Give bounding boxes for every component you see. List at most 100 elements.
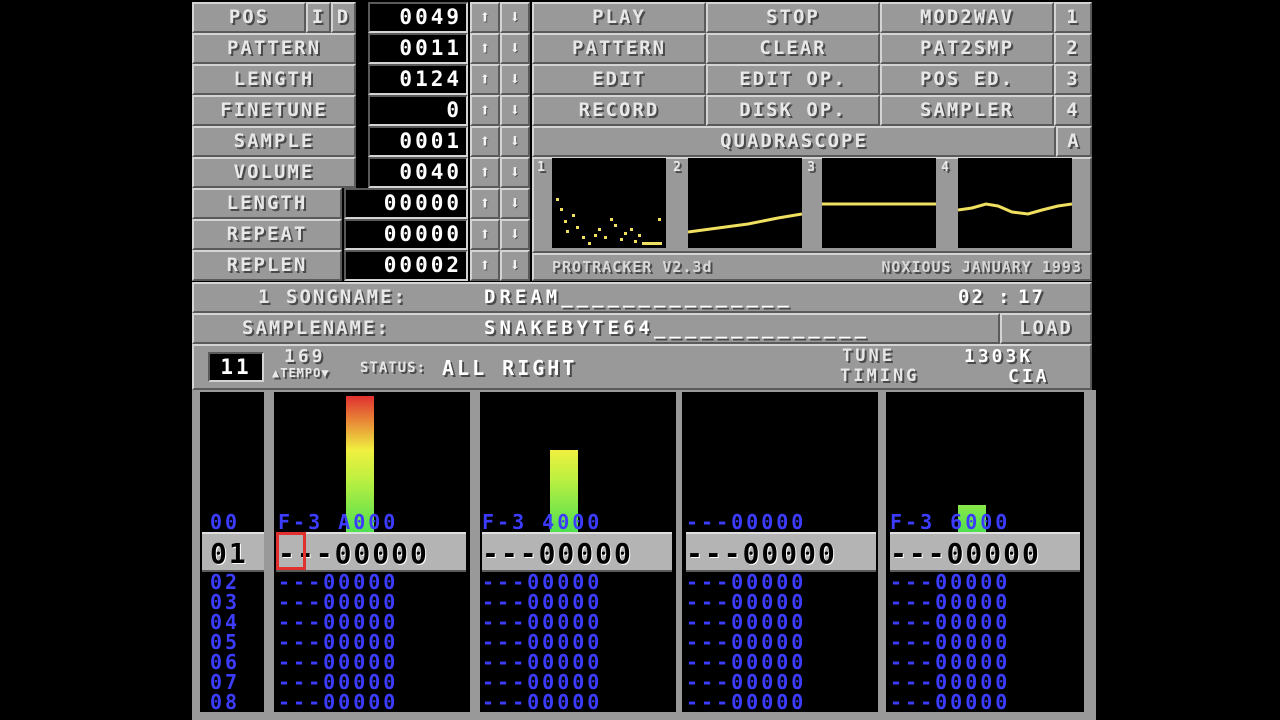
scope-1-number: 1 <box>537 160 547 175</box>
row-number: 00 <box>210 510 241 534</box>
replen-label: REPLEN <box>192 250 342 281</box>
pattern-cell[interactable]: ---00000 <box>686 612 806 632</box>
length-up-icon[interactable]: ⬆ <box>470 64 500 95</box>
edit-op-button[interactable]: EDIT OP. <box>706 64 880 95</box>
pattern-cell[interactable]: ---00000 <box>686 652 806 672</box>
quadrascope-button[interactable]: QUADRASCOPE <box>532 126 1056 157</box>
pos-up-icon[interactable]: ⬆ <box>470 2 500 33</box>
replen-up-icon[interactable]: ⬆ <box>470 250 500 281</box>
pattern-cell[interactable]: ---00000 <box>686 572 806 592</box>
screen-3-button[interactable]: 3 <box>1054 64 1092 95</box>
pattern-cell[interactable]: ---00000 <box>482 612 602 632</box>
pattern-cell[interactable]: ---00000 <box>890 540 1041 568</box>
disk-op-button[interactable]: DISK OP. <box>706 95 880 126</box>
pattern-cell[interactable]: ---00000 <box>482 672 602 692</box>
pattern-cell[interactable]: ---00000 <box>686 540 837 568</box>
pattern-cell[interactable]: ---00000 <box>278 692 398 712</box>
pattern-cell[interactable]: ---00000 <box>890 592 1010 612</box>
song-time-seconds: 17 <box>1018 286 1045 308</box>
sample-length-down-icon[interactable]: ⬇ <box>500 188 530 219</box>
pattern-cell[interactable]: ---00000 <box>890 612 1010 632</box>
row-number: 02 <box>210 570 241 594</box>
screen-1-button[interactable]: 1 <box>1054 2 1092 33</box>
pattern-cell[interactable]: ---00000 <box>686 672 806 692</box>
sample-length-label: LENGTH <box>192 188 342 219</box>
play-button[interactable]: PLAY <box>532 2 706 33</box>
finetune-label: FINETUNE <box>192 95 356 126</box>
sample-up-icon[interactable]: ⬆ <box>470 126 500 157</box>
pattern-cell[interactable]: F-3 6000 <box>890 512 1010 532</box>
pattern-cell[interactable]: ---00000 <box>890 572 1010 592</box>
volume-down-icon[interactable]: ⬇ <box>500 157 530 188</box>
protracker-screen: POS I D 0049 ⬆ ⬇ PATTERN 0011 ⬆ ⬇ LENGTH… <box>192 0 1096 720</box>
pattern-cell[interactable]: ---00000 <box>686 592 806 612</box>
pattern-cell[interactable]: ---00000 <box>890 632 1010 652</box>
screen-2-button[interactable]: 2 <box>1054 33 1092 64</box>
row-number: 05 <box>210 630 241 654</box>
pattern-cell[interactable]: ---00000 <box>278 592 398 612</box>
pattern-cell[interactable]: ---00000 <box>482 540 633 568</box>
pattern-cell[interactable]: ---00000 <box>278 572 398 592</box>
scope-channel-4 <box>958 158 1072 248</box>
insert-button[interactable]: I <box>306 2 331 33</box>
edit-button[interactable]: EDIT <box>532 64 706 95</box>
row-number: 03 <box>210 590 241 614</box>
credit-text: NOXIOUS JANUARY 1993 <box>881 258 1082 276</box>
pattern-cell[interactable]: ---00000 <box>482 632 602 652</box>
record-button[interactable]: RECORD <box>532 95 706 126</box>
row-number: 06 <box>210 650 241 674</box>
pattern-cell[interactable]: ---00000 <box>482 592 602 612</box>
finetune-up-icon[interactable]: ⬆ <box>470 95 500 126</box>
pattern-cell[interactable]: ---00000 <box>278 672 398 692</box>
pattern-cell[interactable]: ---00000 <box>278 652 398 672</box>
pat2smp-button[interactable]: PAT2SMP <box>880 33 1054 64</box>
replen-value: 00002 <box>344 250 468 281</box>
pattern-cell[interactable]: ---00000 <box>686 512 806 532</box>
sample-length-up-icon[interactable]: ⬆ <box>470 188 500 219</box>
pos-ed-button[interactable]: POS ED. <box>880 64 1054 95</box>
pattern-cell[interactable]: ---00000 <box>686 692 806 712</box>
pattern-cell[interactable]: F-3 4000 <box>482 512 602 532</box>
pattern-cell[interactable]: ---00000 <box>686 632 806 652</box>
pattern-cell[interactable]: F-3 A000 <box>278 512 398 532</box>
row-number: 04 <box>210 610 241 634</box>
pos-value: 0049 <box>368 2 468 33</box>
pattern-cell[interactable]: ---00000 <box>890 692 1010 712</box>
screen-a-button[interactable]: A <box>1056 126 1092 157</box>
pattern-down-icon[interactable]: ⬇ <box>500 33 530 64</box>
timing-label: TIMING <box>840 366 920 386</box>
samplename-field[interactable]: SNAKEBYTE64______________ <box>484 315 870 342</box>
pos-down-icon[interactable]: ⬇ <box>500 2 530 33</box>
repeat-up-icon[interactable]: ⬆ <box>470 219 500 250</box>
songname-field[interactable]: DREAM_______________ <box>484 284 793 311</box>
sample-down-icon[interactable]: ⬇ <box>500 126 530 157</box>
length-down-icon[interactable]: ⬇ <box>500 64 530 95</box>
edit-cursor <box>276 532 306 570</box>
pattern-up-icon[interactable]: ⬆ <box>470 33 500 64</box>
pattern-cell[interactable]: ---00000 <box>890 672 1010 692</box>
pattern-cell[interactable]: ---00000 <box>482 652 602 672</box>
finetune-down-icon[interactable]: ⬇ <box>500 95 530 126</box>
pattern-cell[interactable]: ---00000 <box>482 692 602 712</box>
pattern-cell[interactable]: ---00000 <box>278 612 398 632</box>
volume-up-icon[interactable]: ⬆ <box>470 157 500 188</box>
screen-4-button[interactable]: 4 <box>1054 95 1092 126</box>
stop-button[interactable]: STOP <box>706 2 880 33</box>
pattern-value: 0011 <box>368 33 468 64</box>
pattern-cell[interactable]: ---00000 <box>278 632 398 652</box>
clear-button[interactable]: CLEAR <box>706 33 880 64</box>
load-button[interactable]: LOAD <box>1000 313 1092 344</box>
tempo-control[interactable]: ▲TEMPO▼ <box>272 366 330 380</box>
pattern-cell[interactable]: ---00000 <box>890 652 1010 672</box>
pattern-label: PATTERN <box>192 33 356 64</box>
scope-channel-1 <box>552 158 666 248</box>
delete-button[interactable]: D <box>331 2 356 33</box>
mod2wav-button[interactable]: MOD2WAV <box>880 2 1054 33</box>
replen-down-icon[interactable]: ⬇ <box>500 250 530 281</box>
pattern-number: 11 <box>208 352 264 382</box>
pattern-button[interactable]: PATTERN <box>532 33 706 64</box>
pattern-cell[interactable]: ---00000 <box>482 572 602 592</box>
samplename-label: SAMPLENAME: <box>242 317 390 339</box>
sampler-button[interactable]: SAMPLER <box>880 95 1054 126</box>
repeat-down-icon[interactable]: ⬇ <box>500 219 530 250</box>
